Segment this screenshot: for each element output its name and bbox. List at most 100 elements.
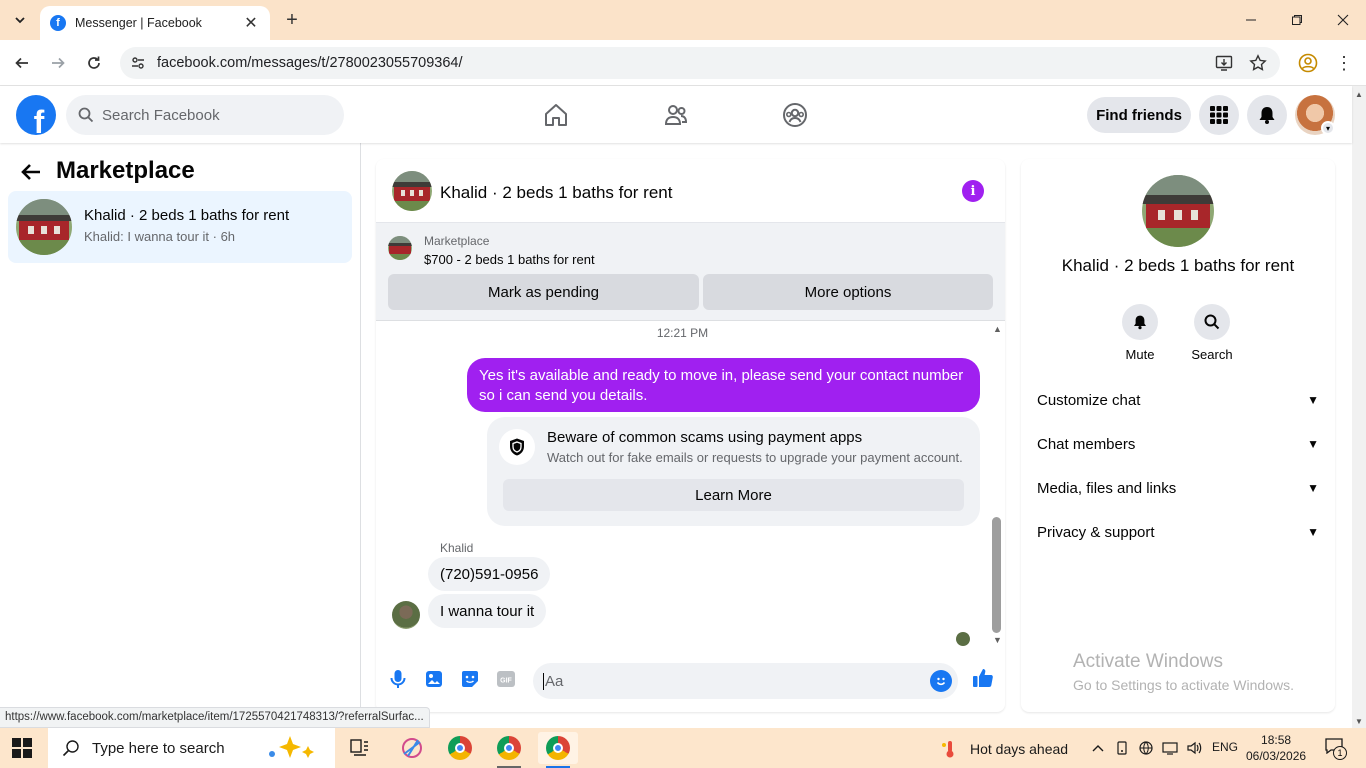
arrow-left-icon: [15, 57, 28, 69]
groups-nav-button[interactable]: [780, 100, 810, 130]
search-icon: [78, 107, 94, 123]
thumbs-up-icon[interactable]: [971, 666, 995, 690]
listing-source: Marketplace: [424, 234, 490, 248]
language-indicator[interactable]: ENG: [1212, 740, 1238, 754]
bell-icon: [1259, 107, 1275, 124]
new-tab-button[interactable]: +: [282, 9, 302, 31]
forward-button[interactable]: [46, 51, 70, 75]
listing-thumbnail: [16, 199, 72, 255]
device-icon[interactable]: [1114, 740, 1130, 756]
tab-search-button[interactable]: [8, 8, 32, 32]
chevron-down-icon: ▼: [1307, 525, 1319, 539]
bookmark-star-icon[interactable]: [1248, 53, 1268, 73]
chat-members-section[interactable]: Chat members ▼: [1029, 424, 1327, 464]
close-window-button[interactable]: [1320, 6, 1366, 34]
chrome-app-icon[interactable]: [440, 732, 480, 764]
account-chevron-icon[interactable]: ▾: [1321, 121, 1335, 135]
details-name: Khalid · 2 beds 1 baths for rent: [1061, 256, 1295, 275]
close-tab-icon[interactable]: ✕: [242, 13, 260, 33]
listing-banner-thumbnail[interactable]: [388, 236, 412, 260]
microphone-icon[interactable]: [387, 668, 409, 690]
site-info-icon[interactable]: [128, 55, 148, 71]
activate-windows-title: Activate Windows: [1073, 651, 1223, 672]
scroll-down-arrow-icon[interactable]: ▼: [993, 635, 1002, 645]
incoming-message[interactable]: I wanna tour it: [428, 594, 547, 628]
emoji-icon[interactable]: [930, 670, 952, 692]
snipping-tool-icon[interactable]: [392, 732, 432, 764]
search-in-conversation-button[interactable]: Search: [1182, 304, 1242, 362]
more-options-button[interactable]: More options: [703, 274, 993, 310]
chevron-down-icon: ▼: [1307, 393, 1319, 407]
display-icon[interactable]: [1162, 740, 1178, 756]
incoming-message[interactable]: (720)591-0956: [428, 557, 551, 591]
facebook-logo[interactable]: f: [16, 95, 56, 135]
taskbar-search-input[interactable]: Type here to search: [48, 728, 335, 768]
gif-icon[interactable]: GIF: [495, 668, 517, 690]
back-arrow-button[interactable]: [18, 159, 44, 185]
minimize-window-button[interactable]: [1228, 6, 1274, 34]
windows-start-icon[interactable]: [12, 738, 32, 758]
scroll-up-arrow-icon[interactable]: ▲: [993, 324, 1002, 334]
privacy-support-section[interactable]: Privacy & support ▼: [1029, 512, 1327, 552]
notification-center-icon[interactable]: 1: [1325, 738, 1347, 760]
mark-as-pending-button[interactable]: Mark as pending: [388, 274, 699, 310]
listing-description[interactable]: $700 - 2 beds 1 baths for rent: [424, 252, 595, 267]
conversation-details-panel: Khalid · 2 beds 1 baths for rent Mute Se…: [1021, 159, 1335, 712]
chrome-active-app-icon[interactable]: [538, 732, 578, 768]
browser-tab-messenger[interactable]: f Messenger | Facebook ✕: [40, 6, 270, 40]
arrow-right-icon: [52, 57, 65, 69]
learn-more-button[interactable]: Learn More: [503, 479, 964, 511]
message-scrollbar[interactable]: ▲ ▼: [989, 321, 1005, 654]
volume-icon[interactable]: [1186, 740, 1202, 756]
message-input[interactable]: Aa: [533, 663, 958, 699]
scroll-up-arrow-icon[interactable]: ▲: [1355, 90, 1363, 99]
weather-widget[interactable]: Hot days ahead: [940, 739, 1068, 759]
mute-button[interactable]: Mute: [1110, 304, 1170, 362]
facebook-header: f Search Facebook Find friends ▾: [0, 86, 1352, 143]
scroll-down-arrow-icon[interactable]: ▼: [1355, 717, 1363, 726]
chevron-down-icon: ▼: [1307, 437, 1319, 451]
home-nav-button[interactable]: [541, 100, 571, 130]
browser-menu-icon[interactable]: ⋮: [1334, 51, 1354, 75]
chat-title[interactable]: Khalid · 2 beds 1 baths for rent: [440, 183, 672, 203]
url-text[interactable]: facebook.com/messages/t/2780023055709364…: [157, 55, 463, 71]
photo-icon[interactable]: [423, 668, 445, 690]
customize-chat-section[interactable]: Customize chat ▼: [1029, 380, 1327, 420]
sticker-icon[interactable]: [459, 668, 481, 690]
show-hidden-icons-chevron-icon[interactable]: [1090, 740, 1106, 756]
conversation-item[interactable]: Khalid · 2 beds 1 baths for rent Khalid:…: [8, 191, 352, 263]
bell-icon: [1122, 304, 1158, 340]
media-files-links-section[interactable]: Media, files and links ▼: [1029, 468, 1327, 508]
chrome-profile-app-icon[interactable]: [489, 732, 529, 768]
sender-avatar[interactable]: [392, 601, 420, 629]
info-icon[interactable]: i: [962, 180, 984, 202]
weather-text: Hot days ahead: [970, 741, 1069, 757]
clock-time: 18:58: [1261, 733, 1292, 747]
sparkle-icon: [269, 736, 314, 758]
find-friends-button[interactable]: Find friends: [1087, 97, 1191, 133]
scam-warning-body: Watch out for fake emails or requests to…: [547, 450, 963, 465]
restore-window-button[interactable]: [1274, 6, 1320, 34]
search-icon: [62, 740, 79, 757]
link-status-bar: https://www.facebook.com/marketplace/ite…: [0, 707, 430, 728]
notifications-button[interactable]: [1247, 95, 1287, 135]
menu-grid-button[interactable]: [1199, 95, 1239, 135]
browser-profile-icon[interactable]: [1296, 51, 1320, 75]
page-scrollbar[interactable]: ▲ ▼: [1352, 86, 1366, 728]
chat-avatar[interactable]: [392, 171, 432, 211]
details-avatar[interactable]: [1142, 175, 1214, 247]
friends-nav-button[interactable]: [661, 100, 691, 130]
outgoing-message[interactable]: Yes it's available and ready to move in,…: [467, 358, 980, 412]
address-bar[interactable]: facebook.com/messages/t/2780023055709364…: [120, 47, 1280, 79]
install-app-icon[interactable]: [1214, 53, 1234, 73]
back-button[interactable]: [10, 51, 34, 75]
task-view-icon[interactable]: [340, 732, 380, 764]
reload-button[interactable]: [82, 51, 106, 75]
windows-taskbar: Type here to search Hot days ahead ENG 1…: [0, 728, 1366, 768]
message-timestamp: 12:21 PM: [656, 326, 709, 340]
network-status-icon[interactable]: [1138, 740, 1154, 756]
section-label: Chat members: [1037, 435, 1136, 453]
system-clock[interactable]: 18:58 06/03/2026: [1246, 732, 1306, 764]
scrollbar-thumb[interactable]: [992, 517, 1001, 633]
facebook-search-input[interactable]: Search Facebook: [66, 95, 344, 135]
